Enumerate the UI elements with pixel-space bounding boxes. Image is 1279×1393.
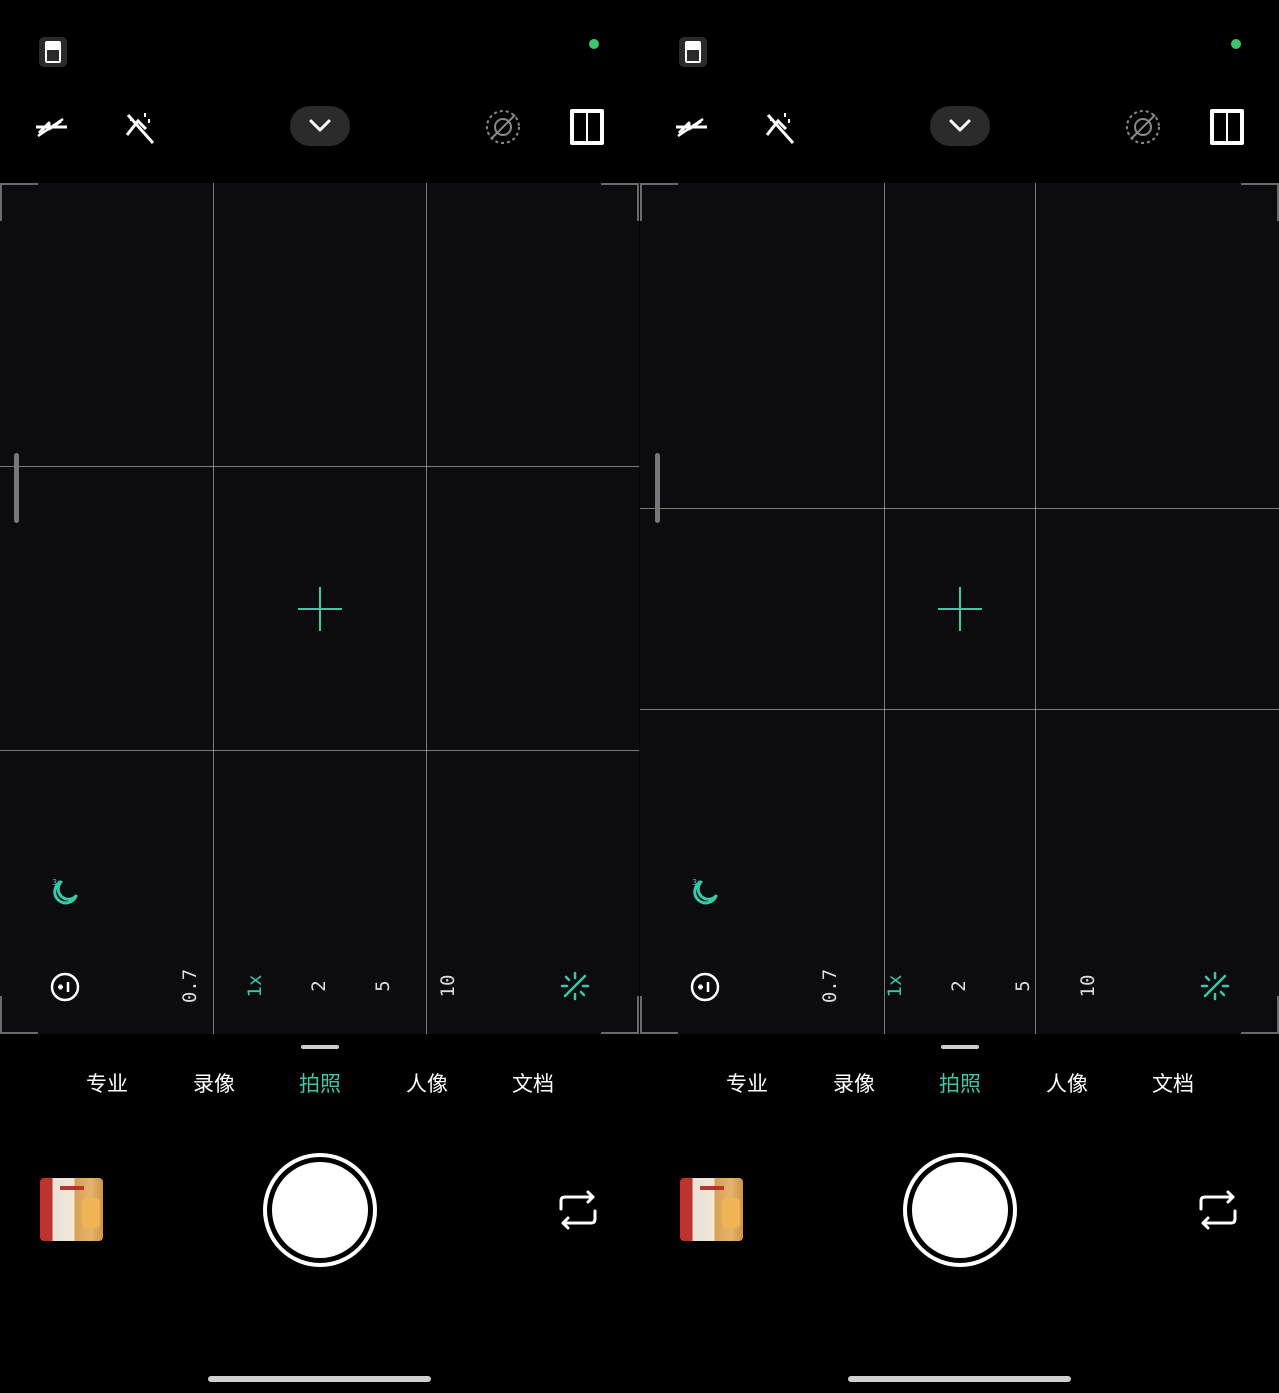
focus-crosshair — [938, 587, 982, 631]
frame-corner — [637, 183, 639, 221]
zoom-option[interactable]: 5 — [1005, 966, 1041, 1006]
zoom-option-selected[interactable]: 1x — [877, 966, 913, 1006]
mode-tab[interactable]: 人像 — [387, 1066, 467, 1102]
focus-crosshair — [298, 587, 342, 631]
zoom-option[interactable]: 10 — [1070, 966, 1106, 1006]
chevron-down-icon — [949, 119, 971, 132]
mode-drawer-handle[interactable] — [941, 1045, 979, 1049]
exposure-compensation-icon[interactable] — [48, 970, 82, 1004]
frame-corner — [637, 996, 639, 1034]
home-indicator[interactable] — [848, 1376, 1071, 1382]
switch-camera-icon[interactable] — [1194, 1186, 1242, 1234]
exposure-slider[interactable] — [14, 453, 19, 523]
flash-off-icon[interactable] — [670, 106, 712, 148]
frame-corner — [640, 1032, 678, 1034]
mode-tab[interactable]: 录像 — [174, 1066, 254, 1102]
camera-screen-left: 3s 0.7 1x 2 5 10 专业 录像 拍照 人像 文档 — [0, 0, 639, 1393]
night-mode-badge: 3s — [52, 878, 61, 887]
ai-magic-off-icon[interactable] — [117, 106, 161, 150]
aspect-ratio-icon[interactable] — [33, 32, 73, 72]
camera-screen-right: 3s 0.7 1x 2 5 10 专业 录像 拍照 人像 文档 — [640, 0, 1279, 1393]
exposure-compensation-icon[interactable] — [688, 970, 722, 1004]
mode-tab-selected[interactable]: 拍照 — [920, 1066, 1000, 1102]
mode-tab[interactable]: 文档 — [1133, 1066, 1213, 1102]
zoom-option[interactable]: 2 — [941, 966, 977, 1006]
mode-tab-selected[interactable]: 拍照 — [280, 1066, 360, 1102]
frame-corner — [0, 183, 2, 221]
night-mode-badge: 3s — [692, 878, 701, 887]
leica-vibrant-icon[interactable] — [1209, 108, 1245, 146]
chevron-down-icon — [309, 119, 331, 132]
grid-line — [640, 709, 1279, 710]
mode-tab[interactable]: 专业 — [67, 1066, 147, 1102]
grid-line — [1035, 183, 1036, 1034]
gallery-thumbnail[interactable] — [40, 1178, 103, 1241]
shutter-button[interactable] — [903, 1153, 1017, 1267]
moon-icon[interactable]: 3s — [48, 873, 82, 907]
frame-corner — [1241, 183, 1279, 185]
frame-corner — [1241, 1032, 1279, 1034]
grid-line — [0, 466, 639, 467]
grid-line — [640, 508, 1279, 509]
grid-line — [426, 183, 427, 1034]
mode-tab[interactable]: 专业 — [707, 1066, 787, 1102]
exposure-slider[interactable] — [655, 453, 660, 523]
zoom-option[interactable]: 2 — [301, 966, 337, 1006]
frame-corner — [640, 996, 642, 1034]
frame-corner — [601, 1032, 639, 1034]
zoom-option-selected[interactable]: 1x — [237, 966, 273, 1006]
frame-corner — [0, 996, 2, 1034]
frame-corner — [640, 183, 678, 185]
live-photo-off-icon[interactable] — [1122, 106, 1164, 148]
zoom-option[interactable]: 10 — [430, 966, 466, 1006]
ai-magic-off-icon[interactable] — [757, 106, 801, 150]
grid-line — [884, 183, 885, 1034]
frame-corner — [640, 183, 642, 221]
shutter-button[interactable] — [263, 1153, 377, 1267]
grid-line — [213, 183, 214, 1034]
privacy-indicator-dot — [589, 39, 599, 49]
zoom-option[interactable]: 0.7 — [812, 966, 848, 1006]
more-settings-button[interactable] — [930, 106, 990, 146]
mode-tab[interactable]: 文档 — [493, 1066, 573, 1102]
live-photo-off-icon[interactable] — [482, 106, 524, 148]
privacy-indicator-dot — [1231, 39, 1241, 49]
mode-drawer-handle[interactable] — [301, 1045, 339, 1049]
grid-line — [0, 750, 639, 751]
switch-camera-icon[interactable] — [554, 1186, 602, 1234]
frame-corner — [0, 183, 38, 185]
flash-off-icon[interactable] — [30, 106, 72, 148]
gallery-thumbnail[interactable] — [680, 1178, 743, 1241]
camera-viewfinder[interactable]: 3s — [640, 183, 1279, 1034]
zoom-option[interactable]: 5 — [365, 966, 401, 1006]
mode-tab[interactable]: 人像 — [1027, 1066, 1107, 1102]
more-settings-button[interactable] — [290, 106, 350, 146]
frame-corner — [601, 183, 639, 185]
ai-scene-icon[interactable] — [1198, 969, 1232, 1003]
moon-icon[interactable]: 3s — [688, 873, 722, 907]
home-indicator[interactable] — [208, 1376, 431, 1382]
camera-viewfinder[interactable]: 3s — [0, 183, 639, 1034]
ai-scene-icon[interactable] — [558, 969, 592, 1003]
mode-tab[interactable]: 录像 — [814, 1066, 894, 1102]
aspect-ratio-icon[interactable] — [673, 32, 713, 72]
zoom-option[interactable]: 0.7 — [172, 966, 208, 1006]
leica-vibrant-icon[interactable] — [569, 108, 605, 146]
frame-corner — [0, 1032, 38, 1034]
